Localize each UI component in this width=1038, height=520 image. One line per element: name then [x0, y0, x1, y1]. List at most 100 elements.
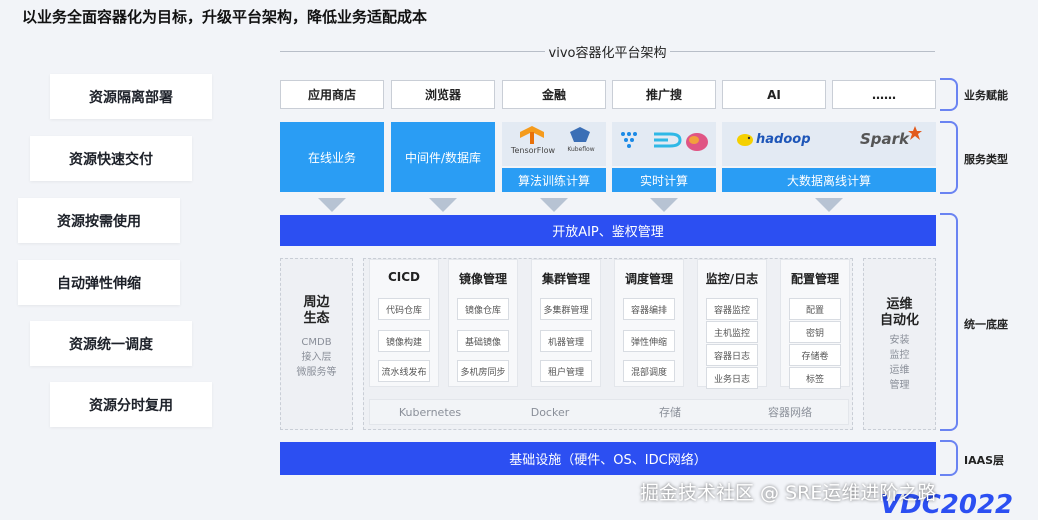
label-iaas: IAAS层 — [964, 454, 1005, 467]
infra-kubernetes: Kubernetes — [398, 405, 462, 419]
column-monitoring-logs: 监控/日志 容器监控 主机监控 容器日志 业务日志 — [697, 259, 767, 389]
bracket-iaas — [940, 440, 958, 476]
scheduling-item: 混部调度 — [623, 360, 675, 382]
monitoring-item: 业务日志 — [706, 367, 758, 389]
ops-item-monitor: 监控 — [889, 350, 910, 361]
service-ml-training: 算法训练计算 — [502, 168, 606, 192]
infra-storage: 存储 — [659, 406, 681, 419]
ml-logos-panel: TensorFlow Kubeflow — [502, 122, 606, 166]
left-item-scheduling: 资源统一调度 — [30, 321, 192, 366]
arrow-down-icon — [318, 198, 346, 212]
realtime-logos-panel — [612, 122, 716, 166]
flink-squirrel-logo-icon — [686, 133, 708, 151]
arrow-down-icon — [429, 198, 457, 212]
business-app-finance: 金融 — [502, 80, 606, 109]
hadoop-elephant-icon — [737, 134, 753, 146]
page-title: 以业务全面容器化为目标，升级平台架构，降低业务适配成本 — [22, 8, 428, 26]
business-app-more: …… — [832, 80, 936, 109]
ops-item-install: 安装 — [889, 335, 910, 346]
scheduling-item: 弹性伸缩 — [623, 330, 675, 352]
left-item-fast-delivery: 资源快速交付 — [30, 136, 192, 181]
ecosystem-item-microservices: 微服务等 — [296, 367, 337, 378]
service-bigdata-offline: 大数据离线计算 — [722, 168, 936, 192]
api-auth-bar: 开放AIP、鉴权管理 — [280, 215, 936, 246]
label-service-types: 服务类型 — [964, 153, 1008, 166]
column-config-mgmt: 配置管理 配置 密钥 存储卷 标签 — [780, 259, 850, 389]
business-app-ai: AI — [722, 80, 826, 109]
label-unified-base: 统一底座 — [964, 318, 1008, 331]
config-item: 密钥 — [789, 321, 841, 343]
left-item-time-sharing: 资源分时复用 — [50, 382, 212, 427]
column-image-mgmt: 镜像管理 镜像仓库 基础镜像 多机房同步 — [448, 259, 518, 387]
column-title-cluster-mgmt: 集群管理 — [541, 272, 590, 286]
ops-items: 安装 监控 运维 管理 — [864, 333, 935, 393]
ecosystem-items: CMDB 接入层 微服务等 — [281, 335, 352, 380]
ecosystem-title-line2: 生态 — [303, 311, 330, 326]
kubeflow-logo-icon — [570, 127, 590, 142]
ops-title-line2: 自动化 — [879, 313, 919, 328]
arrow-down-icon — [540, 198, 568, 212]
bracket-business-enablement — [940, 78, 958, 111]
bracket-unified-base — [940, 213, 958, 431]
left-item-autoscaling: 自动弹性伸缩 — [18, 260, 180, 305]
config-item: 标签 — [789, 367, 841, 389]
infra-container-network: 容器网络 — [768, 406, 812, 419]
scheduling-item: 容器编排 — [623, 298, 675, 320]
business-app-browser: 浏览器 — [391, 80, 495, 109]
image-mgmt-item: 基础镜像 — [457, 330, 509, 352]
arrow-down-icon — [650, 198, 678, 212]
left-item-on-demand: 资源按需使用 — [18, 198, 180, 243]
capabilities-panel: CICD 代码仓库 镜像构建 流水线发布 镜像管理 镜像仓库 基础镜像 多机房同… — [363, 258, 853, 430]
service-middleware-db: 中间件/数据库 — [391, 122, 495, 192]
cluster-mgmt-item: 租户管理 — [540, 360, 592, 382]
cluster-mgmt-item: 多集群管理 — [540, 298, 592, 320]
config-item: 配置 — [789, 298, 841, 320]
service-online: 在线业务 — [280, 122, 384, 192]
platform-title-row: vivo容器化平台架构 — [280, 40, 935, 62]
cluster-mgmt-item: 机器管理 — [540, 330, 592, 352]
tensorflow-logo-label: TensorFlow — [510, 146, 556, 155]
ecosystem-item-access: 接入层 — [301, 352, 332, 363]
cicd-item: 流水线发布 — [378, 360, 430, 382]
label-business-enablement: 业务赋能 — [964, 89, 1008, 102]
column-title-scheduling-mgmt: 调度管理 — [624, 272, 673, 286]
image-mgmt-item: 多机房同步 — [457, 360, 509, 382]
storm-logo-icon — [621, 132, 637, 148]
ecosystem-title-line1: 周边 — [303, 295, 330, 310]
column-title-monitoring-logs: 监控/日志 — [705, 272, 759, 286]
infra-components-row: Kubernetes Docker 存储 容器网络 — [369, 399, 849, 425]
monitoring-item: 容器监控 — [706, 298, 758, 320]
bracket-service-types — [940, 121, 958, 194]
spark-star-icon — [908, 126, 922, 140]
watermark: 掘金技术社区 @ SRE运维进阶之路 — [640, 482, 937, 504]
business-app-promotion-search: 推广搜 — [612, 80, 716, 109]
column-title-config-mgmt: 配置管理 — [790, 272, 839, 286]
hadoop-logo-label: hadoop — [756, 132, 811, 147]
business-app-appstore: 应用商店 — [280, 80, 384, 109]
column-title-image-mgmt: 镜像管理 — [458, 272, 507, 286]
ecosystem-panel: 周边 生态 CMDB 接入层 微服务等 — [280, 258, 353, 430]
column-scheduling-mgmt: 调度管理 容器编排 弹性伸缩 混部调度 — [614, 259, 684, 387]
service-realtime: 实时计算 — [612, 168, 716, 192]
tensorflow-logo-icon — [520, 126, 544, 144]
column-title-cicd: CICD — [387, 270, 421, 284]
bigdata-logos-panel: hadoop Spark — [722, 122, 936, 166]
ops-item-manage: 管理 — [889, 380, 910, 391]
cicd-item: 镜像构建 — [378, 330, 430, 352]
ops-title-line1: 运维 — [886, 297, 913, 312]
image-mgmt-item: 镜像仓库 — [457, 298, 509, 320]
arrow-down-icon — [815, 198, 843, 212]
infrastructure-bar: 基础设施（硬件、OS、IDC网络） — [280, 442, 936, 475]
ecosystem-item-cmdb: CMDB — [301, 337, 332, 348]
ops-automation-panel: 运维 自动化 安装 监控 运维 管理 — [863, 258, 936, 430]
kubeflow-logo-label: Kubeflow — [567, 146, 595, 153]
title-divider-right — [670, 51, 935, 52]
infra-docker: Docker — [530, 405, 570, 419]
column-cluster-mgmt: 集群管理 多集群管理 机器管理 租户管理 — [531, 259, 601, 387]
flink-stream-logo-icon — [654, 132, 682, 148]
config-item: 存储卷 — [789, 344, 841, 366]
monitoring-item: 主机监控 — [706, 321, 758, 343]
left-item-isolation: 资源隔离部署 — [50, 74, 212, 119]
spark-logo-label: Spark — [860, 130, 910, 148]
monitoring-item: 容器日志 — [706, 344, 758, 366]
